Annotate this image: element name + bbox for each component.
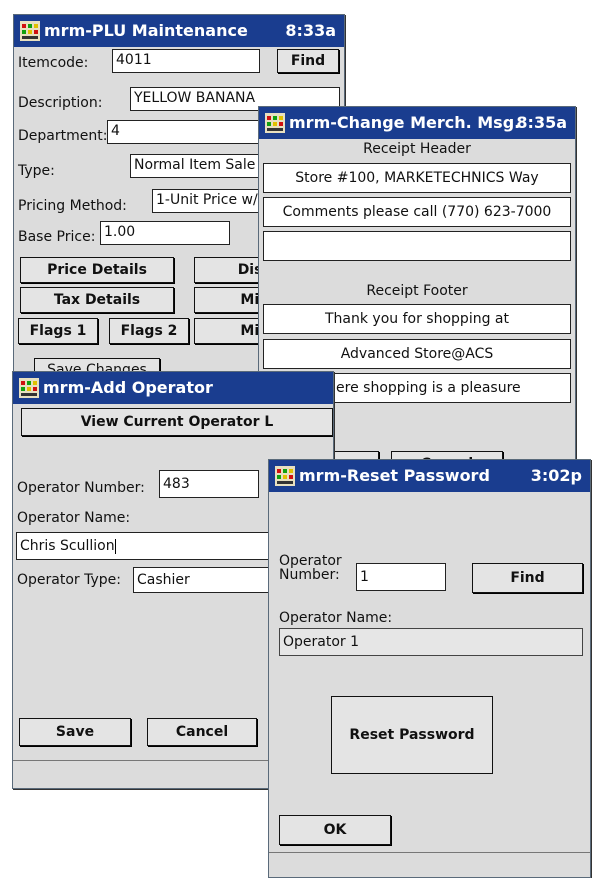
footer-line-1-input[interactable]: Thank you for shopping at: [263, 304, 571, 334]
cancel-button[interactable]: Cancel: [147, 718, 257, 746]
header-line-3-input[interactable]: [263, 231, 571, 261]
reset-password-button[interactable]: Reset Password: [331, 696, 493, 774]
find-button[interactable]: Find: [472, 563, 583, 593]
itemcode-input[interactable]: 4011: [112, 49, 260, 73]
operator-number-label-line-1: Operator: [279, 553, 342, 569]
pricing-method-label: Pricing Method:: [18, 198, 127, 214]
window-title: mrm-Reset Password: [299, 466, 490, 485]
tax-details-button[interactable]: Tax Details: [20, 287, 174, 313]
title-bar: mrm-Change Merch. Msg. 8:35a: [259, 107, 575, 139]
text-caret: [114, 538, 116, 554]
title-bar: mrm-PLU Maintenance 8:33a: [14, 15, 344, 47]
reset-password-window: mrm-Reset Password 3:02p Operator Number…: [268, 459, 591, 878]
status-divider: [269, 852, 590, 853]
flags-2-button[interactable]: Flags 2: [109, 318, 189, 344]
base-price-label: Base Price:: [18, 229, 96, 245]
flags-1-button[interactable]: Flags 1: [18, 318, 98, 344]
ok-button[interactable]: OK: [279, 815, 391, 845]
app-icon: [19, 378, 39, 398]
description-label: Description:: [18, 95, 103, 111]
operator-name-field: Operator 1: [279, 628, 583, 656]
clock: 8:33a: [285, 21, 336, 40]
footer-line-2-input[interactable]: Advanced Store@ACS: [263, 339, 571, 369]
base-price-input[interactable]: 1.00: [100, 221, 230, 245]
window-title: mrm-PLU Maintenance: [44, 21, 248, 40]
operator-name-label: Operator Name:: [279, 610, 393, 626]
receipt-header-label: Receipt Header: [363, 141, 471, 157]
app-icon: [275, 466, 295, 486]
find-button[interactable]: Find: [277, 49, 339, 73]
header-line-2-input[interactable]: Comments please call (770) 623-7000: [263, 197, 571, 227]
title-bar: mrm-Add Operator: [13, 372, 333, 404]
title-bar: mrm-Reset Password 3:02p: [269, 460, 590, 492]
save-button[interactable]: Save: [19, 718, 131, 746]
receipt-footer-label: Receipt Footer: [366, 283, 468, 299]
window-title: mrm-Change Merch. Msg.: [289, 113, 521, 132]
operator-type-label: Operator Type:: [17, 572, 121, 588]
header-line-1-input[interactable]: Store #100, MARKETECHNICS Way: [263, 163, 571, 193]
operator-name-label: Operator Name:: [17, 510, 131, 526]
view-operator-list-button[interactable]: View Current Operator L: [21, 408, 333, 436]
department-label: Department:: [18, 128, 108, 144]
operator-number-input[interactable]: 483: [159, 470, 259, 498]
itemcode-label: Itemcode:: [18, 55, 89, 71]
window-title: mrm-Add Operator: [43, 378, 213, 397]
operator-number-label-line-2: Number:: [279, 567, 340, 583]
app-icon: [20, 21, 40, 41]
clock: 8:35a: [516, 113, 567, 132]
clock: 3:02p: [530, 466, 582, 485]
operator-name-value: Chris Scullion: [20, 538, 115, 554]
type-label: Type:: [18, 163, 55, 179]
operator-number-input[interactable]: 1: [356, 563, 446, 591]
price-details-button[interactable]: Price Details: [20, 257, 174, 283]
operator-number-label: Operator Number:: [17, 480, 145, 496]
app-icon: [265, 113, 285, 133]
